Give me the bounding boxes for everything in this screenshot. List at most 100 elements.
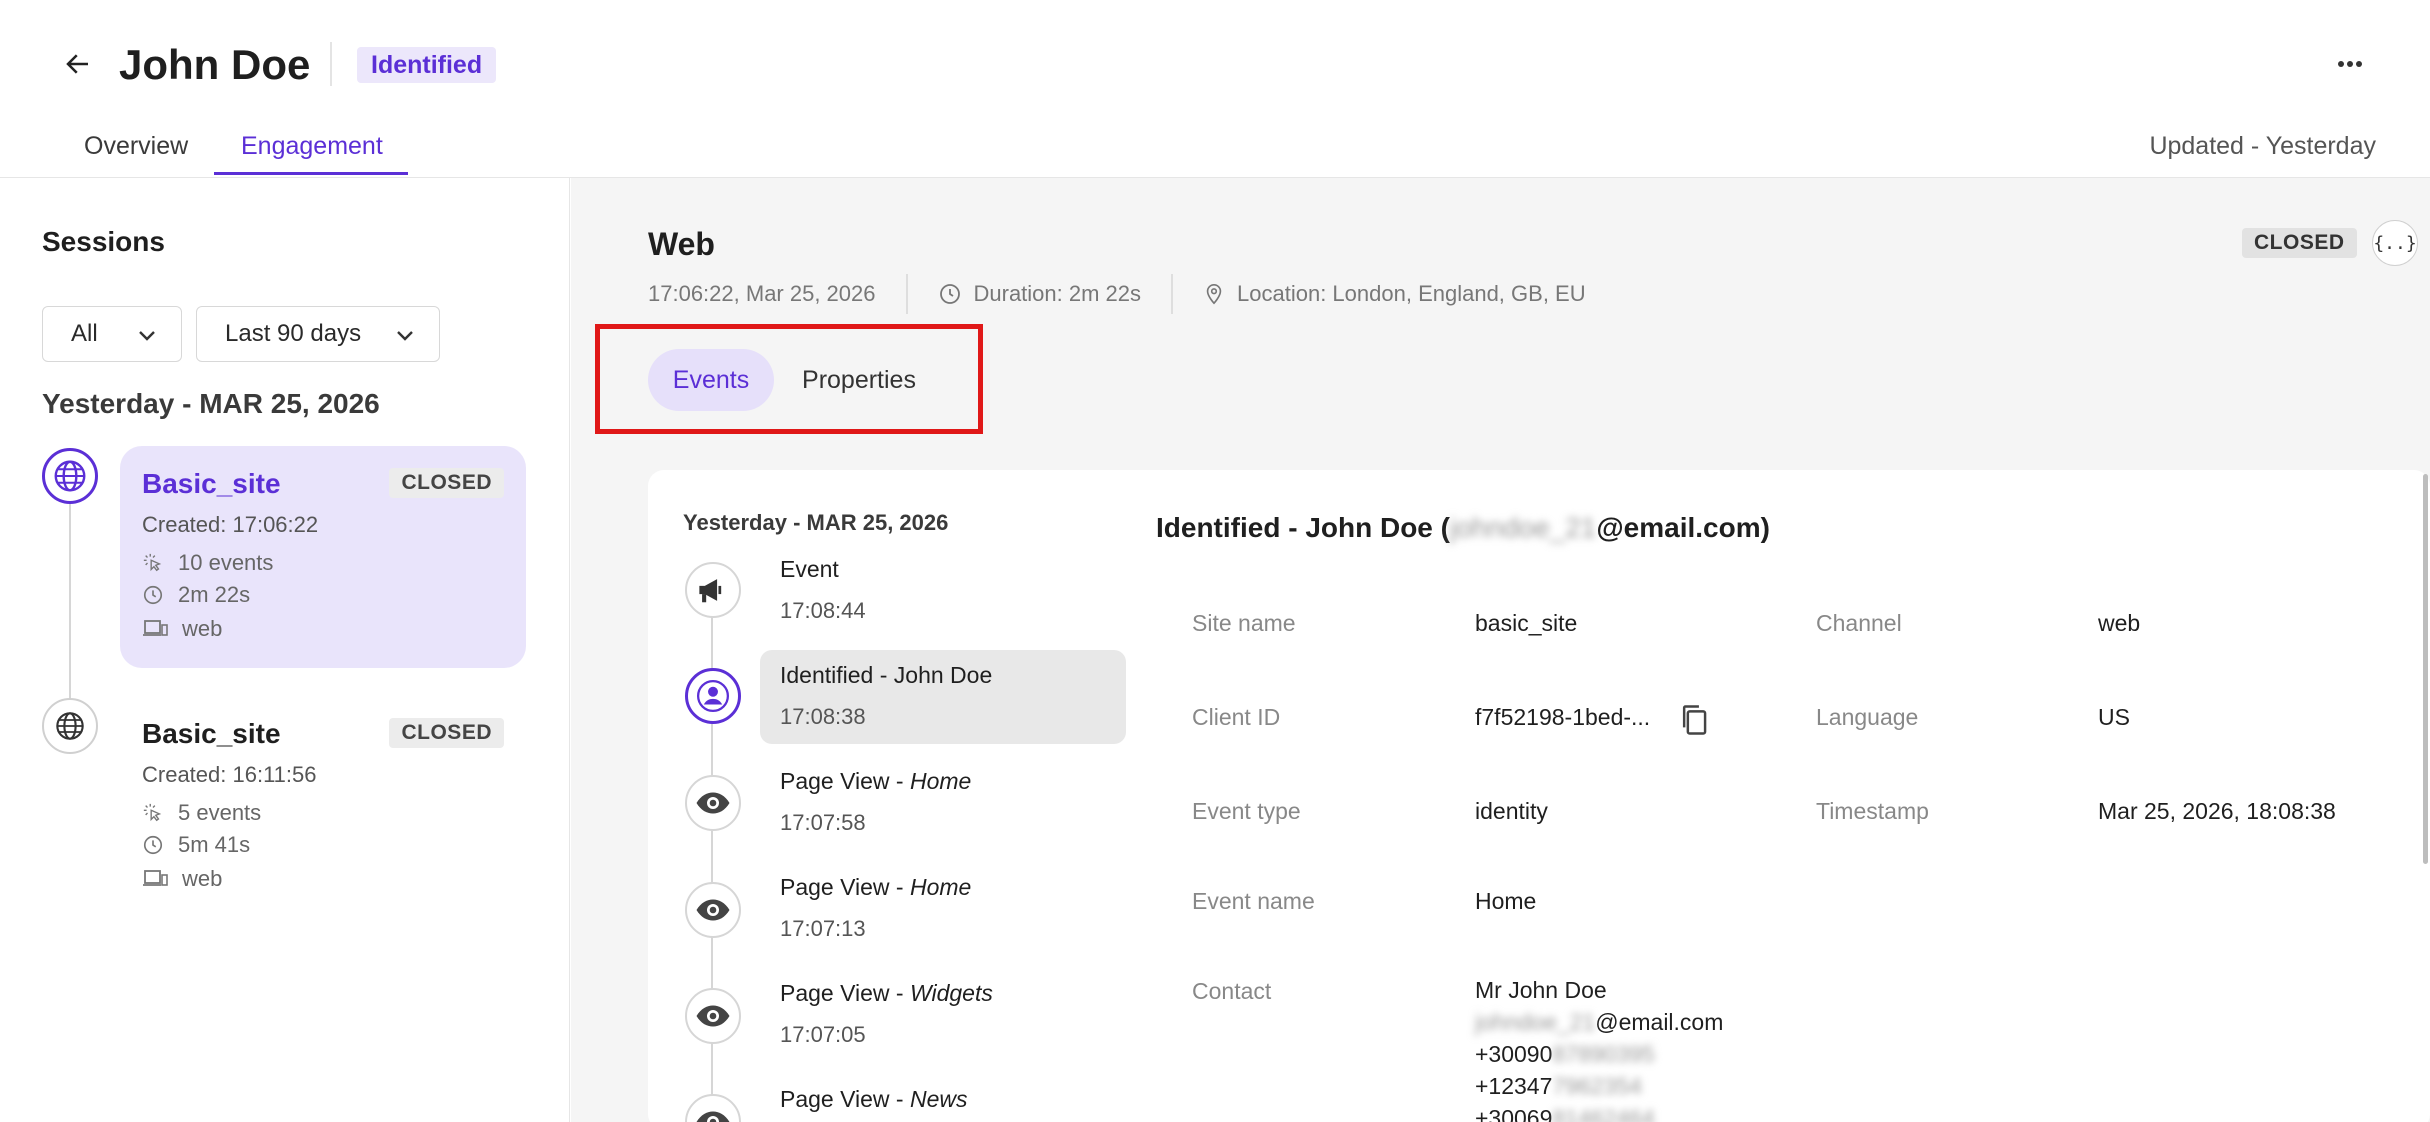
event-name: Page View - News [780,1086,968,1112]
sessions-title: Sessions [42,226,165,257]
session-duration-value: 2m 22s [178,582,251,607]
session-channel: web [142,866,222,892]
more-options-button[interactable] [2328,44,2372,84]
session-name: Basic_site [142,718,281,749]
scrollbar[interactable] [2423,474,2428,864]
event-time: 17:08:44 [780,598,866,623]
event-item[interactable]: Page View - Home 17:07:13 [760,862,1126,956]
session-status-badge: CLOSED [2242,228,2357,258]
session-type-value: All [71,320,98,347]
globe-icon [42,448,98,504]
session-duration: 2m 22s [142,582,250,608]
session-created: Created: 17:06:22 [142,512,319,537]
session-duration-text: Duration: 2m 22s [973,281,1142,306]
date-range-filter[interactable]: Last 90 days [196,306,440,362]
session-card[interactable]: Basic_site CLOSED Created: 16:11:56 5 ev… [120,696,526,918]
event-item[interactable]: Page View - Widgets 17:07:05 [760,968,1126,1062]
event-name: Page View - Home [780,768,972,794]
session-channel-value: web [182,866,223,891]
event-name: Event [780,556,839,582]
session-name: Basic_site [142,468,281,499]
tab-engagement[interactable]: Engagement [241,126,383,166]
json-view-button[interactable]: {..} [2372,220,2418,266]
contact-phone: +3009087890395 [1475,1041,1655,1067]
session-datetime: 17:06:22, Mar 25, 2026 [648,281,876,306]
session-location-text: Location: London, England, GB, EU [1237,281,1586,306]
session-type-filter[interactable]: All [42,306,182,362]
events-card: Yesterday - MAR 25, 2026 Event 17:08:44 … [648,470,2430,1122]
session-timeline-line [69,476,71,698]
back-button[interactable] [56,44,100,84]
megaphone-icon [685,562,741,618]
label-timestamp: Timestamp [1816,798,1929,824]
tab-overview[interactable]: Overview [84,126,188,166]
copy-client-id-button[interactable] [1674,700,1714,740]
session-location-info: Location: London, England, GB, EU [1203,281,1586,307]
devices-icon [143,620,168,636]
event-name: Page View - Widgets [780,980,993,1006]
session-duration-value: 5m 41s [178,832,251,857]
event-item[interactable]: Event 17:08:44 [760,544,1126,638]
session-card[interactable]: Basic_site CLOSED Created: 17:06:22 10 e… [120,446,526,668]
arrow-left-icon [66,54,88,74]
pointer-click-icon [143,803,162,822]
date-range-value: Last 90 days [225,320,362,347]
meta-divider [1171,274,1174,314]
meta-divider [905,274,908,314]
event-time: 17:07:58 [780,810,866,835]
session-events: 10 events [142,550,273,576]
active-tab-indicator [214,172,408,175]
value-client-id: f7f52198-1bed-... [1475,704,1651,730]
title-divider [330,42,332,86]
session-events-count: 5 events [178,800,262,825]
events-date-heading: Yesterday - MAR 25, 2026 [683,510,949,535]
eye-icon [685,775,741,831]
clock-icon [143,585,163,605]
event-name: Page View - Home [780,874,972,900]
location-pin-icon [1206,284,1222,305]
page-header: John Doe Identified Overview Engagement … [0,0,2430,178]
session-events-count: 10 events [178,550,274,575]
person-icon [685,668,741,724]
session-channel: web [142,616,222,642]
event-time: 17:07:13 [780,916,866,941]
event-item[interactable]: Identified - John Doe 17:08:38 [760,650,1126,744]
devices-icon [143,870,168,886]
updated-status: Updated - Yesterday [2149,132,2376,160]
value-site-name: basic_site [1475,610,1578,636]
event-item[interactable]: Page View - News [760,1074,1126,1122]
identified-badge: Identified [357,47,497,83]
contact-email: johndoe_21@email.com [1475,1009,1724,1035]
session-status-badge: CLOSED [389,718,504,748]
page-title: John Doe [119,41,311,88]
contact-phone: +123477962354 [1475,1073,1642,1099]
event-time: 17:07:05 [780,1022,866,1047]
pointer-click-icon [143,553,162,572]
clock-icon [939,284,960,304]
session-events: 5 events [142,800,261,826]
session-created: Created: 16:11:56 [142,762,317,787]
event-item[interactable]: Page View - Home 17:07:58 [760,756,1126,850]
tab-events[interactable]: Events [648,349,774,411]
label-channel: Channel [1816,610,1902,636]
session-meta: 17:06:22, Mar 25, 2026 Duration: 2m 22s … [648,274,1586,314]
tab-properties[interactable]: Properties [784,349,934,411]
value-event-type: identity [1475,798,1548,824]
copy-icon [1682,705,1707,735]
session-status-badge: CLOSED [389,468,504,498]
eye-icon [685,882,741,938]
clock-icon [143,835,163,855]
label-contact: Contact [1192,978,1272,1004]
value-language: US [2098,704,2130,730]
value-event-name: Home [1475,888,1537,914]
contact-name: Mr John Doe [1475,977,1607,1003]
event-name: Identified - John Doe [780,662,993,688]
blurred-email-user: johndoe_21 [1450,512,1597,543]
event-detail-title: Identified - John Doe (johndoe_21 @email.… [1156,512,1770,543]
label-event-type: Event type [1192,798,1301,824]
chevron-down-icon [397,331,413,341]
session-channel-value: web [182,616,223,641]
value-channel: web [2098,610,2141,636]
eye-icon [685,988,741,1044]
label-site-name: Site name [1192,610,1296,636]
